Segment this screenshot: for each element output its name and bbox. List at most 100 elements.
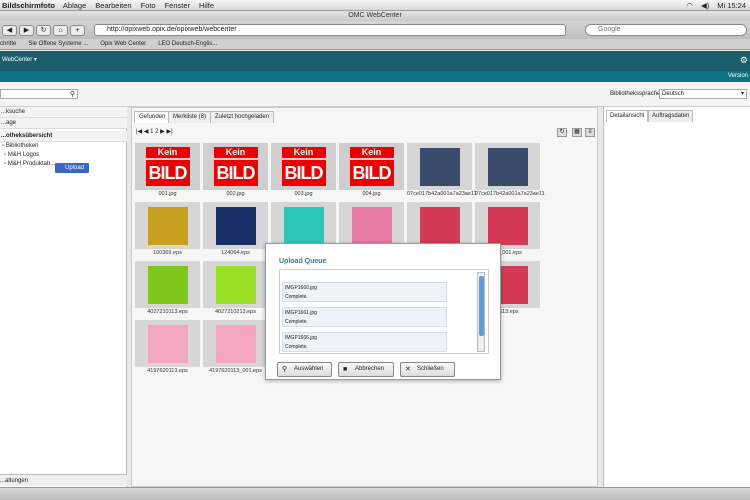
browser-toolbar: ◀ ▶ ↻ ⌂ + http://opixweb.opix.de/opixweb… xyxy=(0,21,750,39)
folder-icon: ▫ xyxy=(4,152,7,158)
next-page-icon[interactable]: ▶ xyxy=(160,129,165,135)
menu-ablage[interactable]: Ablage xyxy=(63,1,86,10)
product-photo xyxy=(487,147,528,186)
select-files-button[interactable]: ⚲ Auswählen xyxy=(277,362,332,377)
left-footer[interactable]: ...altungen xyxy=(0,474,127,486)
upload-queue-dialog: Upload Queue IMGP1660.jpg Complete. IMGP… xyxy=(265,243,501,380)
version-label: Version xyxy=(727,73,748,79)
reload-view-icon[interactable]: ↻ xyxy=(557,128,567,137)
asset-thumbnail[interactable]: 4027210213.eps xyxy=(203,261,268,317)
scrollbar-thumb[interactable] xyxy=(479,276,484,336)
cancel-upload-button[interactable]: ■ Abbrechen xyxy=(338,362,394,377)
volume-icon[interactable]: ◀) xyxy=(701,1,709,10)
kein-bild-placeholder: Kein BILD xyxy=(213,146,258,187)
queue-item[interactable]: IMGP1661.jpg Complete. xyxy=(282,307,447,327)
tree-item-label: M&H Logos xyxy=(7,152,40,158)
queue-item[interactable]: IMGP1666.jpg Complete. xyxy=(282,332,447,352)
asset-thumbnail[interactable]: Kein BILD 004.jpg xyxy=(339,143,404,199)
last-page-icon[interactable]: ▶| xyxy=(166,129,172,135)
menubar-clock[interactable]: Mi 15:24 xyxy=(717,1,746,10)
thumbnail-image xyxy=(135,202,200,249)
kein-text: Kein xyxy=(349,146,394,158)
back-button[interactable]: ◀ xyxy=(2,24,17,36)
bookmark-item[interactable]: Opix Web Center xyxy=(100,39,146,49)
library-overview-header[interactable]: ...otheksübersicht xyxy=(0,131,127,142)
tree-item-products[interactable]: ▫ M&H Produktab... xyxy=(4,161,55,167)
list-view-icon[interactable]: ≡ xyxy=(585,128,595,137)
bookmark-item[interactable]: chritte xyxy=(0,39,16,49)
tab-found[interactable]: Gefunden xyxy=(134,111,171,123)
kein-text: Kein xyxy=(145,146,190,158)
thumbnail-label: 001.jpg xyxy=(158,191,177,197)
asset-thumbnail[interactable]: 100369.eps xyxy=(135,202,200,258)
library-search-input[interactable]: ⚲ xyxy=(0,89,78,99)
thumbnail-label: 4027210213.eps xyxy=(215,309,256,315)
left-section-row[interactable]: ...age xyxy=(0,118,127,129)
asset-thumbnail[interactable]: Kein BILD 001.jpg xyxy=(135,143,200,199)
url-bar[interactable]: http://opixweb.opix.de/opixweb/webcenter xyxy=(94,24,566,36)
wifi-icon[interactable]: ◠ xyxy=(686,1,693,10)
menubar-app-name[interactable]: Bildschirmfoto xyxy=(2,1,55,10)
queue-scrollbar[interactable] xyxy=(477,272,485,352)
tab-watchlist[interactable]: Merkliste (8) xyxy=(168,111,212,123)
right-panel: Detailansicht Auftragsdaten xyxy=(603,107,750,487)
folder-icon: ▫ xyxy=(4,161,7,167)
library-language-select[interactable]: Deutsch ▾ xyxy=(659,89,747,99)
thumbnail-image: Kein BILD xyxy=(203,143,268,190)
bookmark-item[interactable]: LEO Deutsch-Englis... xyxy=(158,39,217,49)
thumbnail-label: 07ce017b42a001a7a23ae11 xyxy=(475,191,545,197)
status-bar xyxy=(0,487,750,500)
prev-page-icon[interactable]: ◀ xyxy=(144,129,149,135)
page-numbers[interactable]: 1 2 xyxy=(150,129,158,135)
menu-bearbeiten[interactable]: Bearbeiten xyxy=(95,1,131,10)
upload-context-menu-item[interactable]: Upload xyxy=(55,163,89,173)
search-icon[interactable]: ⚲ xyxy=(70,90,75,98)
asset-thumbnail[interactable]: Kein BILD 003.jpg xyxy=(271,143,336,199)
forward-button[interactable]: ▶ xyxy=(19,24,34,36)
bookmark-item[interactable]: Sie Offene Systeme ... xyxy=(28,39,88,49)
close-icon: ✕ xyxy=(405,366,411,373)
product-photo xyxy=(215,206,256,245)
asset-thumbnail[interactable]: 124064.eps xyxy=(203,202,268,258)
thumbnail-label: 100369.eps xyxy=(153,250,182,256)
menu-hilfe[interactable]: Hilfe xyxy=(199,1,214,10)
tree-item-logos[interactable]: ▫ M&H Logos xyxy=(4,152,39,158)
app-brand-menu[interactable]: WebCenter ▾ xyxy=(2,56,37,63)
asset-thumbnail[interactable]: 07ce017b42a001a7a23ae11 xyxy=(475,143,545,199)
bild-text: BILD xyxy=(213,159,258,186)
thumbnail-image xyxy=(271,202,336,249)
reload-icon: ↻ xyxy=(40,27,47,34)
asset-thumbnail[interactable]: Kein BILD 002.jpg xyxy=(203,143,268,199)
close-label: Schließen xyxy=(417,366,444,372)
tab-order-data[interactable]: Auftragsdaten xyxy=(648,110,694,122)
grid-view-icon[interactable]: ▦ xyxy=(572,128,582,137)
pager: |◀ ◀ 1 2 ▶ ▶| xyxy=(136,128,173,135)
forward-arrow-icon: ▶ xyxy=(23,27,30,34)
cancel-label: Abbrechen xyxy=(355,366,385,372)
tab-detail-view[interactable]: Detailansicht xyxy=(606,110,649,122)
thumbnail-label: 4197620113.eps xyxy=(147,368,188,374)
asset-thumbnail[interactable]: 4197620113_001.eps xyxy=(203,320,268,376)
folder-icon: ▫ xyxy=(2,143,5,149)
close-dialog-button[interactable]: ✕ Schließen xyxy=(400,362,455,377)
reload-button[interactable]: ↻ xyxy=(36,24,51,36)
asset-thumbnail[interactable]: 4027210113.eps xyxy=(135,261,200,317)
thumbnail-image xyxy=(475,202,540,249)
queue-item[interactable]: IMGP1660.jpg Complete. xyxy=(282,282,447,302)
tab-recently-uploaded[interactable]: Zuletzt hochgeladen xyxy=(210,111,275,123)
menu-foto[interactable]: Foto xyxy=(141,1,156,10)
thumbnail-image xyxy=(475,143,540,190)
tree-item-libraries[interactable]: ▫ Bibliotheken xyxy=(2,143,39,149)
product-photo xyxy=(419,147,460,186)
first-page-icon[interactable]: |◀ xyxy=(136,129,142,135)
tree-item-label: Bibliotheken xyxy=(5,143,39,149)
asset-thumbnail[interactable]: 4197620113.eps xyxy=(135,320,200,376)
gear-icon[interactable]: ⚙ xyxy=(740,55,748,66)
asset-thumbnail[interactable]: 07ce017b42a001a7a23ae11 xyxy=(407,143,477,199)
search-section-header[interactable]: ...ksuche xyxy=(0,107,127,118)
queue-item-status: Complete. xyxy=(285,319,308,325)
add-bookmark-button[interactable]: + xyxy=(70,24,85,36)
home-button[interactable]: ⌂ xyxy=(53,24,68,36)
google-search-input[interactable]: Google xyxy=(585,24,747,36)
menu-fenster[interactable]: Fenster xyxy=(165,1,190,10)
